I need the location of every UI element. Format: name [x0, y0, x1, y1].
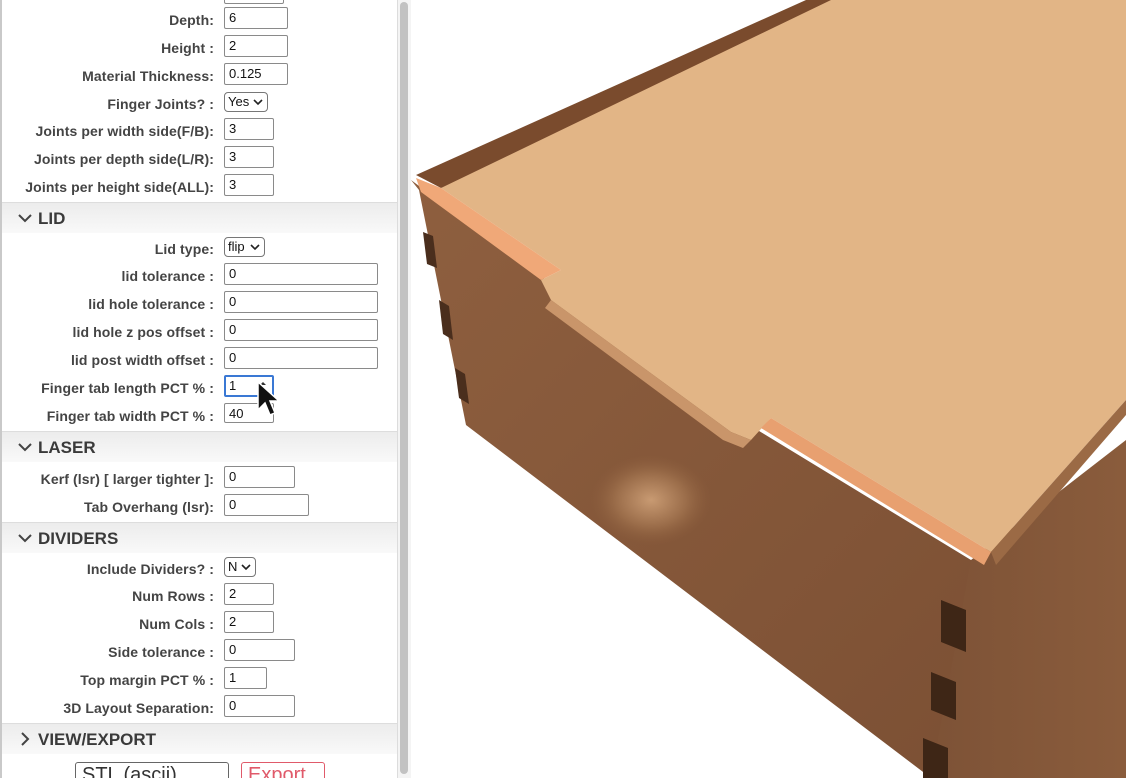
- joints-depth-row: Joints per depth side(L/R): 3: [2, 146, 397, 170]
- num-cols-label: Num Cols :: [139, 616, 214, 632]
- section-lid-header[interactable]: LID: [2, 202, 397, 233]
- section-view-export-header[interactable]: VIEW/EXPORT: [2, 723, 397, 754]
- parameters-panel: Depth: 6 Height : 2 Material Thickness: …: [0, 0, 397, 778]
- lid-post-width-row: lid post width offset : 0: [2, 347, 397, 371]
- depth-input[interactable]: 6: [224, 7, 288, 29]
- export-format-select[interactable]: STL (ascii): [75, 762, 229, 778]
- num-rows-input[interactable]: 2: [224, 583, 274, 605]
- joints-width-input[interactable]: 3: [224, 118, 274, 140]
- height-input[interactable]: 2: [224, 35, 288, 57]
- section-laser-header[interactable]: LASER: [2, 431, 397, 462]
- chevron-down-icon: [18, 443, 32, 452]
- height-label: Height :: [161, 40, 214, 56]
- kerf-label: Kerf (lsr) [ larger tighter ]:: [40, 471, 214, 487]
- mouse-cursor-icon: [257, 380, 280, 416]
- export-button[interactable]: Export: [241, 762, 325, 778]
- kerf-input[interactable]: 0: [224, 466, 295, 488]
- num-rows-row: Num Rows : 2: [2, 583, 397, 607]
- joints-depth-label: Joints per depth side(L/R):: [33, 151, 214, 167]
- chevron-down-icon: [18, 214, 32, 223]
- depth-label: Depth:: [169, 12, 214, 28]
- lid-post-width-input[interactable]: 0: [224, 347, 378, 369]
- include-dividers-label: Include Dividers? :: [86, 561, 214, 577]
- lid-type-label: Lid type:: [154, 241, 214, 257]
- kerf-row: Kerf (lsr) [ larger tighter ]: 0: [2, 466, 397, 490]
- num-cols-row: Num Cols : 2: [2, 611, 397, 635]
- finger-tab-width-label: Finger tab width PCT % :: [46, 408, 214, 424]
- depth-row: Depth: 6: [2, 7, 397, 31]
- include-dividers-select[interactable]: N: [224, 557, 256, 577]
- joints-width-label: Joints per width side(F/B):: [35, 123, 214, 139]
- section-lid-title: LID: [38, 209, 66, 228]
- side-tolerance-input[interactable]: 0: [224, 639, 295, 661]
- material-thickness-row: Material Thickness: 0.125: [2, 63, 397, 87]
- finger-joints-label: Finger Joints? :: [107, 96, 214, 112]
- 3d-viewport[interactable]: [411, 0, 1126, 778]
- lid-type-value: flip: [228, 239, 245, 254]
- joints-height-input[interactable]: 3: [224, 174, 274, 196]
- lid-hole-tolerance-label: lid hole tolerance :: [88, 296, 214, 312]
- export-format-value: STL (ascii): [82, 764, 177, 778]
- finger-tab-length-row: Finger tab length PCT % : 1: [2, 375, 397, 399]
- side-tolerance-row: Side tolerance : 0: [2, 639, 397, 663]
- lid-tolerance-row: lid tolerance : 0: [2, 263, 397, 287]
- box-3d-render: [411, 0, 1126, 778]
- section-view-export-title: VIEW/EXPORT: [38, 730, 157, 749]
- top-margin-label: Top margin PCT % :: [80, 672, 214, 688]
- finger-tab-length-label: Finger tab length PCT % :: [41, 380, 214, 396]
- material-thickness-input[interactable]: 0.125: [224, 63, 288, 85]
- lid-hole-z-input[interactable]: 0: [224, 319, 378, 341]
- lid-hole-tolerance-input[interactable]: 0: [224, 291, 378, 313]
- side-tolerance-label: Side tolerance :: [108, 644, 214, 660]
- lid-type-row: Lid type: flip: [2, 236, 397, 260]
- num-cols-input[interactable]: 2: [224, 611, 274, 633]
- finger-tab-width-row: Finger tab width PCT % : 40: [2, 403, 397, 427]
- lid-post-width-label: lid post width offset :: [70, 352, 214, 368]
- tab-overhang-row: Tab Overhang (lsr): 0: [2, 494, 397, 518]
- num-rows-label: Num Rows :: [132, 588, 214, 604]
- finger-tab-length-value: 1: [229, 378, 237, 393]
- layout-separation-row: 3D Layout Separation: 0: [2, 695, 397, 719]
- sidebar-scrollbar[interactable]: [397, 0, 411, 778]
- finger-joints-select[interactable]: Yes: [224, 92, 268, 112]
- section-laser-title: LASER: [38, 438, 96, 457]
- lid-tolerance-input[interactable]: 0: [224, 263, 378, 285]
- chevron-down-icon: [241, 564, 251, 571]
- joints-height-row: Joints per height side(ALL): 3: [2, 174, 397, 198]
- lid-hole-z-row: lid hole z pos offset : 0: [2, 319, 397, 343]
- chevron-down-icon: [18, 534, 32, 543]
- joints-depth-input[interactable]: 3: [224, 146, 274, 168]
- lid-tolerance-label: lid tolerance :: [121, 268, 214, 284]
- layout-separation-input[interactable]: 0: [224, 695, 295, 717]
- chevron-down-icon: [253, 99, 263, 106]
- finger-joints-value: Yes: [228, 94, 250, 109]
- chevron-right-icon: [21, 732, 30, 746]
- scrollbar-thumb[interactable]: [400, 2, 408, 774]
- include-dividers-value: N: [228, 559, 238, 574]
- top-margin-row: Top margin PCT % : 1: [2, 667, 397, 691]
- previous-field-input[interactable]: [224, 0, 284, 4]
- include-dividers-row: Include Dividers? : N: [2, 556, 397, 580]
- lid-hole-tolerance-row: lid hole tolerance : 0: [2, 291, 397, 315]
- finger-joints-row: Finger Joints? : Yes: [2, 91, 397, 115]
- joints-width-row: Joints per width side(F/B): 3: [2, 118, 397, 142]
- chevron-down-icon: [250, 244, 260, 251]
- material-thickness-label: Material Thickness:: [82, 68, 214, 84]
- lid-hole-z-label: lid hole z pos offset :: [72, 324, 214, 340]
- render-artifact: [591, 455, 711, 545]
- height-row: Height : 2: [2, 35, 397, 59]
- section-dividers-title: DIVIDERS: [38, 529, 119, 548]
- top-margin-input[interactable]: 1: [224, 667, 267, 689]
- section-dividers-header[interactable]: DIVIDERS: [2, 522, 397, 553]
- tab-overhang-input[interactable]: 0: [224, 494, 309, 516]
- tab-overhang-label: Tab Overhang (lsr):: [84, 499, 214, 515]
- joints-height-label: Joints per height side(ALL):: [25, 179, 214, 195]
- lid-type-select[interactable]: flip: [224, 237, 265, 257]
- layout-separation-label: 3D Layout Separation:: [63, 700, 214, 716]
